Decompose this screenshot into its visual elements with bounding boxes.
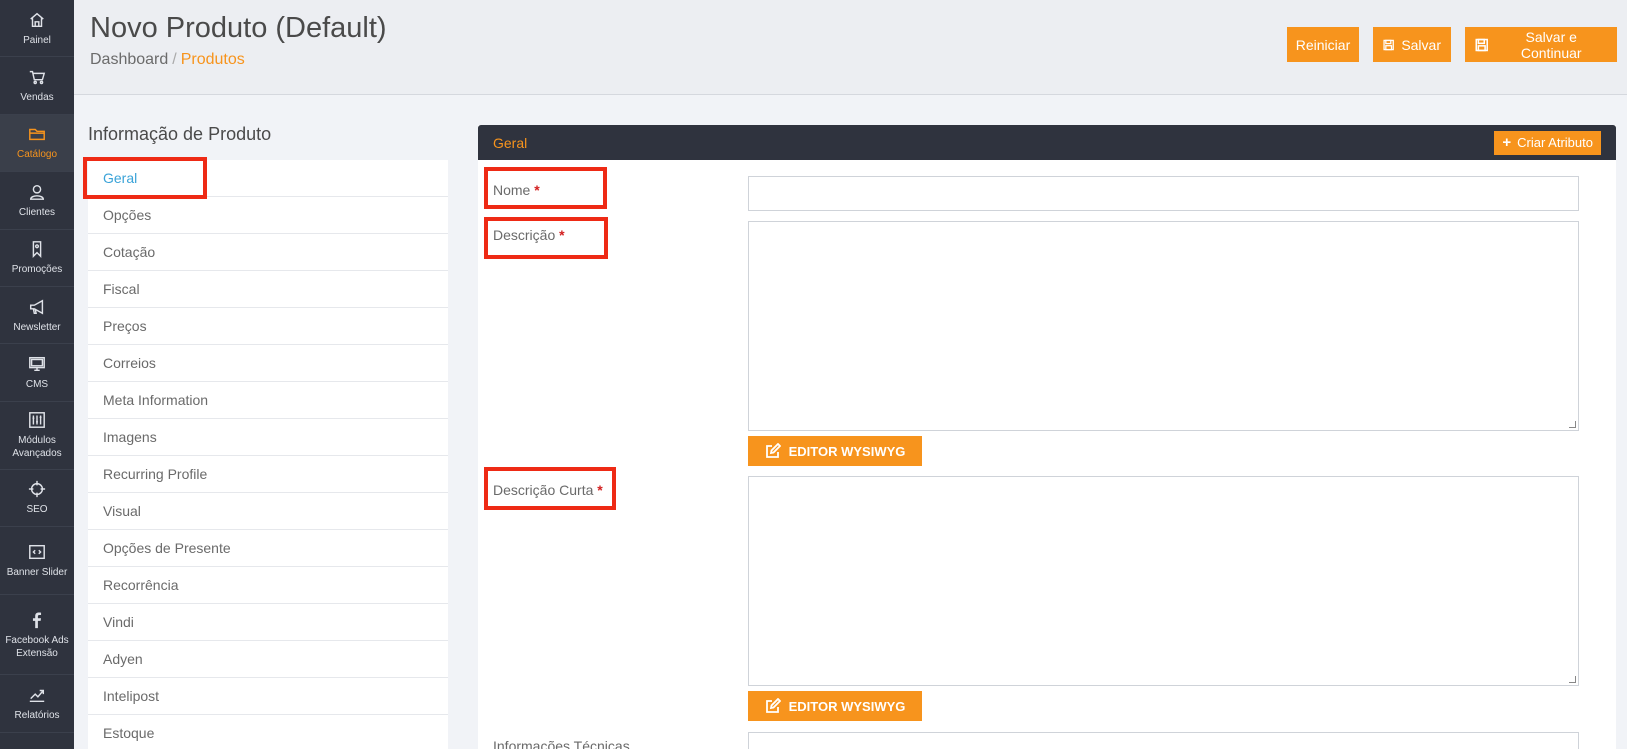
reset-label: Reiniciar bbox=[1295, 36, 1351, 53]
sidebar-item-vendas[interactable]: Vendas bbox=[0, 57, 74, 115]
edit-icon bbox=[765, 443, 781, 458]
user-icon bbox=[27, 182, 47, 202]
tab-fiscal[interactable]: Fiscal bbox=[88, 271, 448, 308]
sidebar-item-newsletter[interactable]: Newsletter bbox=[0, 287, 74, 345]
breadcrumb-separator: / bbox=[172, 51, 177, 68]
page-header: Novo Produto (Default) Dashboard / Produto… bbox=[74, 0, 1627, 95]
floppy-disk-icon bbox=[1475, 38, 1488, 51]
technical-info-label: Informações Técnicas bbox=[493, 738, 630, 749]
sidebar-item-clientes[interactable]: Clientes bbox=[0, 172, 74, 230]
highlight-box-geral bbox=[83, 157, 207, 199]
tab-opcoes-de-presente[interactable]: Opções de Presente bbox=[88, 530, 448, 567]
floppy-disk-icon bbox=[1383, 39, 1394, 50]
save-label: Salvar bbox=[1401, 36, 1441, 53]
tab-opcoes[interactable]: Opções bbox=[88, 197, 448, 234]
monitor-icon bbox=[27, 354, 47, 374]
tab-precos[interactable]: Preços bbox=[88, 308, 448, 345]
tab-adyen[interactable]: Adyen bbox=[88, 641, 448, 678]
highlight-box-descricao bbox=[484, 217, 608, 259]
save-continue-button[interactable]: Salvar e Continuar bbox=[1465, 27, 1617, 62]
sidebar-item-label: Módulos Avançados bbox=[12, 435, 62, 460]
folder-icon bbox=[27, 124, 47, 144]
sidebar-item-banner-slider[interactable]: Banner Slider bbox=[0, 527, 74, 596]
create-attribute-label: Criar Atributo bbox=[1517, 135, 1593, 150]
sidebar-item-facebook-ads[interactable]: Facebook Ads Extensão bbox=[0, 595, 74, 676]
tab-correios[interactable]: Correios bbox=[88, 345, 448, 382]
breadcrumb-current[interactable]: Produtos bbox=[181, 51, 245, 68]
sidebar-item-label: SEO bbox=[26, 504, 48, 516]
tab-intelipost[interactable]: Intelipost bbox=[88, 678, 448, 715]
megaphone-icon bbox=[27, 297, 47, 317]
facebook-icon bbox=[27, 610, 47, 630]
sidebar-item-label: Relatórios bbox=[14, 709, 60, 721]
create-attribute-button[interactable]: + Criar Atributo bbox=[1494, 130, 1601, 155]
home-icon bbox=[27, 10, 47, 30]
name-input[interactable] bbox=[748, 176, 1579, 211]
sidebar-item-label: Newsletter bbox=[13, 321, 61, 333]
product-info-tabs: Geral Opções Cotação Fiscal Preços Corre… bbox=[88, 160, 448, 749]
short-description-textarea[interactable] bbox=[748, 476, 1579, 686]
sidebar-item-catalogo[interactable]: Catálogo bbox=[0, 114, 74, 173]
tab-recorrencia[interactable]: Recorrência bbox=[88, 567, 448, 604]
sidebar-item-label: CMS bbox=[25, 379, 49, 391]
sidebar-item-label: Vendas bbox=[20, 92, 54, 104]
breadcrumb: Dashboard / Produtos bbox=[90, 51, 245, 69]
sliders-icon bbox=[27, 410, 47, 430]
tab-vindi[interactable]: Vindi bbox=[88, 604, 448, 641]
sidebar-item-modulos-avancados[interactable]: Módulos Avançados bbox=[0, 402, 74, 470]
tag-icon bbox=[27, 239, 47, 259]
tab-meta-information[interactable]: Meta Information bbox=[88, 382, 448, 419]
resize-handle[interactable] bbox=[1569, 676, 1576, 683]
panel-header: Geral + Criar Atributo bbox=[478, 125, 1616, 160]
sidebar: Painel Vendas Catálogo Clientes Promoçõe… bbox=[0, 0, 74, 749]
tab-estoque[interactable]: Estoque bbox=[88, 715, 448, 749]
reset-button[interactable]: Reiniciar bbox=[1287, 27, 1359, 62]
chart-icon bbox=[27, 685, 47, 705]
highlight-box-descricao-curta bbox=[484, 467, 616, 510]
sidebar-item-label: Banner Slider bbox=[6, 567, 68, 579]
tab-imagens[interactable]: Imagens bbox=[88, 419, 448, 456]
sidebar-item-label: Clientes bbox=[18, 206, 56, 218]
plus-icon: + bbox=[1502, 134, 1512, 151]
sidebar-item-label: Catálogo bbox=[16, 149, 58, 161]
sidebar-item-relatorios[interactable]: Relatórios bbox=[0, 675, 74, 733]
wysiwyg-editor-button[interactable]: EDITOR WYSIWYG bbox=[748, 691, 922, 721]
technical-info-textarea[interactable] bbox=[748, 732, 1579, 749]
sidebar-item-seo[interactable]: SEO bbox=[0, 470, 74, 528]
save-continue-label: Salvar e Continuar bbox=[1520, 28, 1582, 61]
wysiwyg-editor-label: EDITOR WYSIWYG bbox=[788, 443, 906, 459]
sidebar-item-painel[interactable]: Painel bbox=[0, 0, 74, 58]
cart-icon bbox=[27, 67, 47, 87]
description-textarea[interactable] bbox=[748, 221, 1579, 431]
breadcrumb-root[interactable]: Dashboard bbox=[90, 51, 168, 68]
wysiwyg-editor-label: EDITOR WYSIWYG bbox=[788, 698, 906, 714]
highlight-box-nome bbox=[484, 167, 607, 209]
save-button[interactable]: Salvar bbox=[1373, 27, 1451, 62]
tab-recurring-profile[interactable]: Recurring Profile bbox=[88, 456, 448, 493]
edit-icon bbox=[765, 698, 781, 713]
tab-cotacao[interactable]: Cotação bbox=[88, 234, 448, 271]
wysiwyg-editor-button[interactable]: EDITOR WYSIWYG bbox=[748, 436, 922, 466]
sidebar-item-cms[interactable]: CMS bbox=[0, 344, 74, 402]
sidebar-item-promocoes[interactable]: Promoções bbox=[0, 230, 74, 287]
panel-title: Geral bbox=[493, 134, 528, 151]
crosshair-icon bbox=[27, 479, 47, 499]
page-title: Novo Produto (Default) bbox=[90, 12, 387, 44]
code-icon bbox=[27, 542, 47, 562]
product-info-title: Informação de Produto bbox=[88, 124, 272, 144]
sidebar-item-label: Facebook Ads Extensão bbox=[5, 634, 69, 659]
sidebar-item-label: Painel bbox=[23, 34, 51, 46]
resize-handle[interactable] bbox=[1569, 421, 1576, 428]
sidebar-item-label: Promoções bbox=[11, 264, 63, 276]
tab-visual[interactable]: Visual bbox=[88, 493, 448, 530]
